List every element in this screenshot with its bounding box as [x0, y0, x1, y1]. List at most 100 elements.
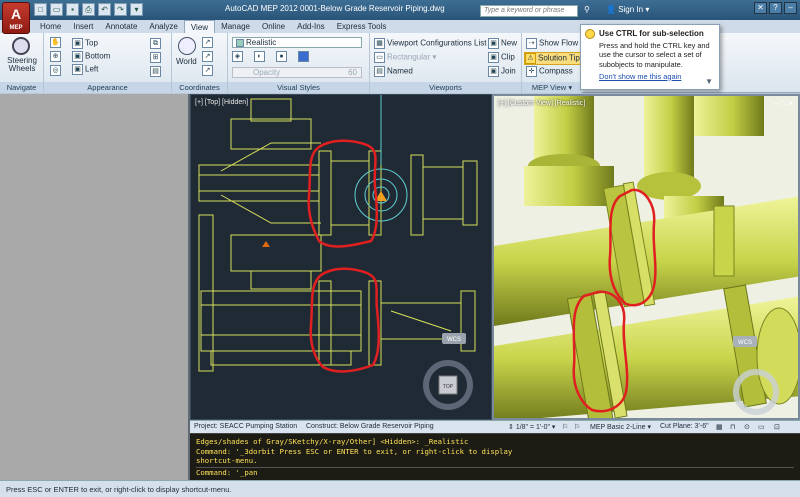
new-icon[interactable]: □	[34, 3, 47, 16]
tab-add-ins[interactable]: Add-Ins	[291, 20, 331, 33]
annotation-scale-icon[interactable]: ⚐	[574, 423, 580, 431]
visual-style-dropdown[interactable]: Realistic	[232, 37, 362, 48]
scale-dropdown[interactable]: ⇕ 1/8" = 1'-0" ▾	[508, 423, 555, 431]
named-viewports-button[interactable]: ▤ Named	[374, 66, 413, 77]
expand-arrow-icon[interactable]: ▼	[705, 77, 713, 86]
cut-plane-value[interactable]: Cut Plane: 3'-6"	[660, 423, 709, 430]
join-label: Join	[501, 66, 516, 76]
pan-icon[interactable]: ✋	[50, 37, 63, 48]
ucs-origin-icon[interactable]: ↗	[202, 37, 215, 48]
solution-tips-button[interactable]: ⚠ Solution Tips	[524, 52, 587, 65]
world-button[interactable]: World	[176, 57, 197, 66]
tab-view[interactable]: View	[183, 20, 216, 33]
viewport-config-label: Viewport Configurations List	[387, 38, 487, 48]
show-flow-button[interactable]: ⇢ Show Flow	[526, 38, 578, 49]
minimize-button[interactable]: –	[784, 2, 797, 14]
lighting-icon[interactable]: ●	[276, 51, 289, 62]
zoom-icon[interactable]: ⊕	[50, 51, 63, 62]
window-controls: ✕ ? –	[754, 2, 797, 14]
quick-access-toolbar: □ ▭ ▪ ⎙ ↶ ↷ ▾	[34, 3, 143, 17]
display-icon[interactable]: ▤	[150, 66, 163, 77]
viewcube-toggle-icon[interactable]: ⧉	[150, 38, 163, 49]
application-menu-button[interactable]: A MEP	[2, 2, 30, 34]
view-left-label: Left	[85, 64, 99, 74]
orbit-icon[interactable]: ◎	[50, 65, 63, 76]
save-icon[interactable]: ▪	[66, 3, 79, 16]
compass-button[interactable]: ✛ Compass	[526, 66, 573, 77]
named-label: Named	[387, 66, 413, 76]
edge-style-icon[interactable]: ◈	[232, 51, 245, 62]
wcs-label: WCS	[447, 337, 461, 343]
steering-wheel-icon[interactable]	[12, 37, 30, 55]
panel-title-mep-view: MEP View ▾	[522, 82, 582, 93]
display-config-dropdown[interactable]: MEP Basic 2-Line ▾	[590, 423, 651, 431]
ucs-x-icon[interactable]: ↗	[202, 65, 215, 76]
viewport-label-left[interactable]: [+] [Top] [Hidden]	[195, 99, 248, 106]
customize-icon[interactable]: ⊡	[774, 423, 780, 431]
tab-insert[interactable]: Insert	[67, 20, 99, 33]
new-viewport-button[interactable]: ▣ New	[488, 38, 517, 49]
clip-viewport-button[interactable]: ▣ Clip	[488, 52, 515, 63]
redo-icon[interactable]: ↷	[114, 3, 127, 16]
panel-title-appearance: Appearance	[44, 82, 171, 93]
panel-title-navigate: Navigate	[0, 82, 43, 93]
tab-express-tools[interactable]: Express Tools	[331, 20, 393, 33]
annotation-icon[interactable]: ⚐	[562, 423, 568, 431]
command-line[interactable]: Edges/shades of Gray/SKetchy/X-ray/Other…	[190, 433, 800, 480]
command-input[interactable]: Command: '_pan	[196, 466, 794, 478]
world-ucs-icon[interactable]	[178, 37, 196, 55]
tab-annotate[interactable]: Annotate	[99, 20, 143, 33]
new-label: New	[501, 38, 518, 48]
construct-label[interactable]: Construct: Below Grade Reservoir Piping	[306, 423, 434, 430]
search-input[interactable]: Type a keyword or phrase	[480, 5, 578, 17]
rectangular-label: Rectangular	[387, 52, 431, 62]
tab-analyze[interactable]: Analyze	[143, 20, 183, 33]
exchange-icon[interactable]: ✕	[754, 2, 767, 14]
viewport-top-hidden[interactable]: TOP WCS [+] [Top] [Hidden]	[190, 94, 492, 420]
view-bottom-label: Bottom	[85, 51, 111, 61]
panel-mep-view: ⇢ Show Flow ⚠ Solution Tips ✛ Compass MEP V…	[522, 33, 587, 93]
join-viewport-button[interactable]: ▣ Join	[488, 66, 516, 77]
display-config-value: MEP Basic 2-Line	[590, 424, 646, 431]
print-icon[interactable]: ⎙	[82, 3, 95, 16]
panel-visual-styles: Realistic ◈ ◐ ● Opacity 60 Visual Styles	[228, 33, 370, 93]
viewport-custom-realistic[interactable]: WCS [+] [Custom View] [Realistic] – □ ✕	[492, 94, 800, 420]
view-left-item[interactable]: ▣ Left	[72, 64, 98, 75]
ucs-icon[interactable]: ⊞	[150, 52, 163, 63]
materials-icon[interactable]	[298, 51, 311, 62]
undo-icon[interactable]: ↶	[98, 3, 111, 16]
shadow-icon[interactable]: ◐	[254, 51, 267, 62]
maximize-viewport-icon[interactable]: □	[780, 99, 785, 108]
help-icon[interactable]: ?	[769, 2, 782, 14]
opacity-slider[interactable]: Opacity 60	[232, 67, 362, 78]
tab-manage[interactable]: Manage	[215, 20, 256, 33]
steering-wheels-button[interactable]: Steering Wheels	[2, 57, 42, 73]
show-flow-label: Show Flow	[539, 38, 579, 48]
project-label[interactable]: Project: SEACC Pumping Station	[194, 423, 297, 430]
application-status-bar: Press ESC or ENTER to exit, or right-cli…	[0, 480, 800, 497]
view-bottom-item[interactable]: ▣ Bottom	[72, 51, 110, 62]
view-top-item[interactable]: ▣ Top	[72, 38, 98, 49]
sign-in-label: Sign In	[618, 5, 644, 14]
viewport-label-right[interactable]: [+] [Custom View] [Realistic]	[498, 100, 585, 107]
elevation-icon[interactable]: ▦	[716, 423, 723, 431]
drawing-status-bar: Project: SEACC Pumping Station Construct…	[190, 420, 800, 433]
lock-icon[interactable]: ⊓	[730, 423, 735, 431]
clean-screen-icon[interactable]: ▭	[758, 423, 765, 431]
isolate-icon[interactable]: ⊙	[744, 423, 750, 431]
ucs-3point-icon[interactable]: ↗	[202, 51, 215, 62]
dont-show-again-link[interactable]: Don't show me this again	[599, 72, 713, 81]
minimize-viewport-icon[interactable]: –	[774, 99, 778, 108]
sign-in-button[interactable]: 👤 Sign In ▾	[606, 5, 649, 14]
close-viewport-icon[interactable]: ✕	[787, 99, 794, 108]
panel-coordinates: World ↗ ↗ ↗ Coordinates	[172, 33, 228, 93]
wcs-label-right: WCS	[738, 340, 752, 346]
binoculars-icon[interactable]: ⚲	[584, 5, 590, 14]
viewport-config-list[interactable]: ▦Viewport Configurations List ▾	[374, 38, 493, 49]
plot-icon[interactable]: ▾	[130, 3, 143, 16]
tab-home[interactable]: Home	[34, 20, 67, 33]
solution-tips-label: Solution Tips	[538, 53, 584, 63]
open-icon[interactable]: ▭	[50, 3, 63, 16]
rectangular-dropdown[interactable]: ▭ Rectangular ▾	[374, 52, 436, 63]
tab-online[interactable]: Online	[256, 20, 291, 33]
